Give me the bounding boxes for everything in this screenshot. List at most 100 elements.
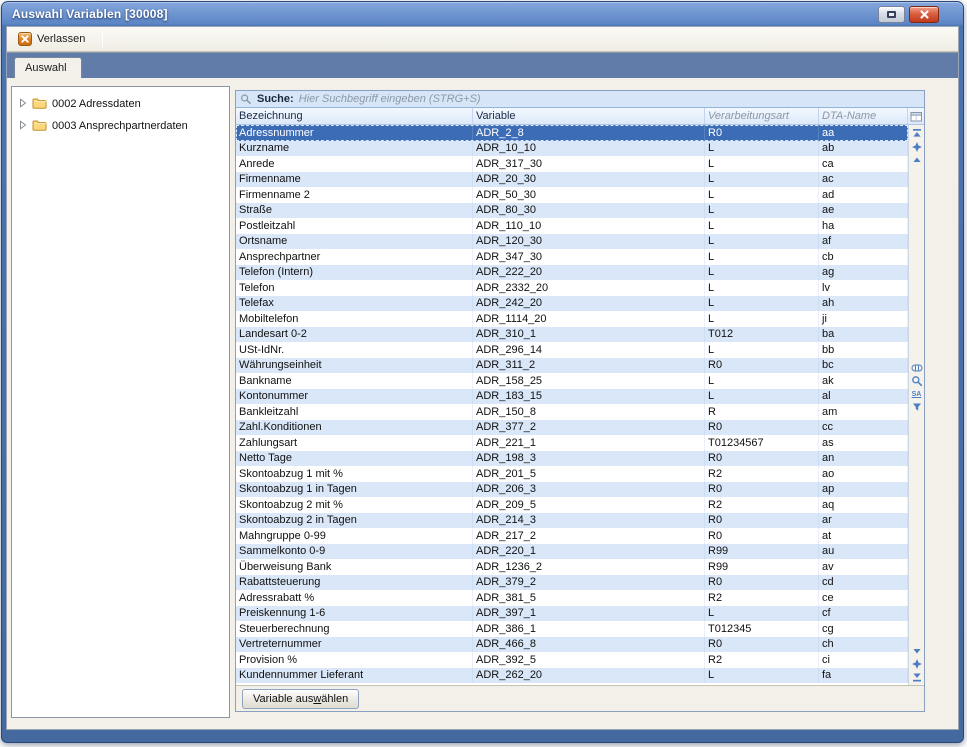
cell-verarbeitungsart: L xyxy=(705,668,819,684)
column-header-variable[interactable]: Variable xyxy=(473,108,705,124)
cell-variable: ADR_209_5 xyxy=(473,497,705,513)
table-row[interactable]: Überweisung Bank ADR_1236_2 R99 av xyxy=(236,559,908,575)
table-row[interactable]: Firmenname ADR_20_30 L ac xyxy=(236,172,908,188)
cell-verarbeitungsart: L xyxy=(705,280,819,296)
toolbar-separator xyxy=(102,31,103,47)
table-row[interactable]: Provision % ADR_392_5 R2 ci xyxy=(236,652,908,668)
column-header-bezeichnung[interactable]: Bezeichnung xyxy=(236,108,473,124)
table-row[interactable]: Steuerberechnung ADR_386_1 T012345 cg xyxy=(236,621,908,637)
cell-verarbeitungsart: L xyxy=(705,172,819,188)
cell-verarbeitungsart: R99 xyxy=(705,559,819,575)
table-row[interactable]: Sammelkonto 0-9 ADR_220_1 R99 au xyxy=(236,544,908,560)
cell-variable: ADR_347_30 xyxy=(473,249,705,265)
cell-dta-name: ba xyxy=(819,327,908,343)
cell-bezeichnung: Skontoabzug 1 mit % xyxy=(236,466,473,482)
table-row[interactable]: Firmenname 2 ADR_50_30 L ad xyxy=(236,187,908,203)
scrollbar-strip[interactable]: SA xyxy=(908,125,924,685)
cell-dta-name: at xyxy=(819,528,908,544)
cell-verarbeitungsart: R0 xyxy=(705,482,819,498)
scroll-down-icon xyxy=(911,645,923,657)
tree-expander-icon[interactable] xyxy=(18,120,27,130)
view-options-button[interactable] xyxy=(910,362,924,375)
table-row[interactable]: Skontoabzug 1 in Tagen ADR_206_3 R0 ap xyxy=(236,482,908,498)
verlassen-button[interactable]: Verlassen xyxy=(13,29,94,49)
cell-dta-name: cc xyxy=(819,420,908,436)
table-row[interactable]: Skontoabzug 1 mit % ADR_201_5 R2 ao xyxy=(236,466,908,482)
select-variable-button[interactable]: Variable auswählen xyxy=(242,689,359,709)
close-button[interactable] xyxy=(909,6,939,23)
table-row[interactable]: Mobiltelefon ADR_1114_20 L ji xyxy=(236,311,908,327)
cell-bezeichnung: Adressrabatt % xyxy=(236,590,473,606)
table-row[interactable]: Telefon (Intern) ADR_222_20 L ag xyxy=(236,265,908,281)
column-header-verarbeitungsart[interactable]: Verarbeitungsart xyxy=(705,108,819,124)
cell-bezeichnung: Steuerberechnung xyxy=(236,621,473,637)
table-row[interactable]: USt-IdNr. ADR_296_14 L bb xyxy=(236,342,908,358)
nav-star-icon xyxy=(911,141,923,153)
table-row[interactable]: Postleitzahl ADR_110_10 L ha xyxy=(236,218,908,234)
cell-bezeichnung: Kontonummer xyxy=(236,389,473,405)
table-row[interactable]: Preiskennung 1-6 ADR_397_1 L cf xyxy=(236,606,908,622)
cell-verarbeitungsart: L xyxy=(705,296,819,312)
scroll-up-button[interactable] xyxy=(910,153,924,166)
table-row[interactable]: Straße ADR_80_30 L ae xyxy=(236,203,908,219)
table-row[interactable]: Netto Tage ADR_198_3 R0 an xyxy=(236,451,908,467)
table-row[interactable]: Telefon ADR_2332_20 L lv xyxy=(236,280,908,296)
table-row[interactable]: Ortsname ADR_120_30 L af xyxy=(236,234,908,250)
table-row[interactable]: Mahngruppe 0-99 ADR_217_2 R0 at xyxy=(236,528,908,544)
table-row[interactable]: Kundennummer Lieferant ADR_262_20 L fa xyxy=(236,668,908,684)
cell-verarbeitungsart: R2 xyxy=(705,466,819,482)
table-row[interactable]: Rabattsteuerung ADR_379_2 R0 cd xyxy=(236,575,908,591)
table-row[interactable]: Zahlungsart ADR_221_1 T01234567 as xyxy=(236,435,908,451)
table-row[interactable]: Skontoabzug 2 in Tagen ADR_214_3 R0 ar xyxy=(236,513,908,529)
restore-button[interactable] xyxy=(878,6,905,23)
cell-dta-name: ad xyxy=(819,187,908,203)
cell-verarbeitungsart: R2 xyxy=(705,590,819,606)
tree-item-ansprechpartnerdaten[interactable]: 0003 Ansprechpartnerdaten xyxy=(12,114,229,136)
cell-bezeichnung: Zahl.Konditionen xyxy=(236,420,473,436)
tree-expander-icon[interactable] xyxy=(18,98,27,108)
table-row[interactable]: Bankname ADR_158_25 L ak xyxy=(236,373,908,389)
table-row[interactable]: Adressnummer ADR_2_8 R0 aa xyxy=(236,125,908,141)
cell-bezeichnung: Telefon xyxy=(236,280,473,296)
toolbar: Verlassen xyxy=(7,27,958,52)
table-row[interactable]: Anrede ADR_317_30 L ca xyxy=(236,156,908,172)
table-row[interactable]: Skontoabzug 2 mit % ADR_209_5 R2 aq xyxy=(236,497,908,513)
search-input[interactable] xyxy=(299,93,920,105)
cell-variable: ADR_214_3 xyxy=(473,513,705,529)
table-row[interactable]: Landesart 0-2 ADR_310_1 T012 ba xyxy=(236,327,908,343)
cell-bezeichnung: Ortsname xyxy=(236,234,473,250)
cell-variable: ADR_217_2 xyxy=(473,528,705,544)
table-row[interactable]: Ansprechpartner ADR_347_30 L cb xyxy=(236,249,908,265)
table-row[interactable]: Kontonummer ADR_183_15 L al xyxy=(236,389,908,405)
titlebar: Auswahl Variablen [30008] xyxy=(2,2,963,26)
cell-bezeichnung: Ansprechpartner xyxy=(236,249,473,265)
cell-verarbeitungsart: L xyxy=(705,389,819,405)
scroll-to-bottom-icon xyxy=(911,671,923,683)
cell-variable: ADR_397_1 xyxy=(473,606,705,622)
cell-verarbeitungsart: R xyxy=(705,404,819,420)
table-row[interactable]: Währungseinheit ADR_311_2 R0 bc xyxy=(236,358,908,374)
scroll-to-top-button[interactable] xyxy=(910,127,924,140)
zoom-button[interactable] xyxy=(910,375,924,388)
nav-down-button[interactable] xyxy=(910,657,924,670)
table-row[interactable]: Bankleitzahl ADR_150_8 R am xyxy=(236,404,908,420)
cell-dta-name: ab xyxy=(819,141,908,157)
tree-item-adressdaten[interactable]: 0002 Adressdaten xyxy=(12,92,229,114)
tab-auswahl[interactable]: Auswahl xyxy=(14,57,82,78)
filter-button[interactable] xyxy=(910,401,924,414)
scroll-to-bottom-button[interactable] xyxy=(910,670,924,683)
cell-dta-name: bb xyxy=(819,342,908,358)
table-row[interactable]: Adressrabatt % ADR_381_5 R2 ce xyxy=(236,590,908,606)
table-row[interactable]: Kurzname ADR_10_10 L ab xyxy=(236,141,908,157)
table-row[interactable]: Telefax ADR_242_20 L ah xyxy=(236,296,908,312)
nav-up-button[interactable] xyxy=(910,140,924,153)
incremental-search-button[interactable]: SA xyxy=(910,388,924,401)
scroll-down-button[interactable] xyxy=(910,644,924,657)
column-chooser-button[interactable] xyxy=(908,108,924,124)
table-row[interactable]: Vertreternummer ADR_466_8 R0 ch xyxy=(236,637,908,653)
cell-dta-name: aa xyxy=(819,125,908,141)
column-header-dta-name[interactable]: DTA-Name xyxy=(819,108,908,124)
cell-variable: ADR_310_1 xyxy=(473,327,705,343)
table-row[interactable]: Zahl.Konditionen ADR_377_2 R0 cc xyxy=(236,420,908,436)
cell-bezeichnung: Mobiltelefon xyxy=(236,311,473,327)
